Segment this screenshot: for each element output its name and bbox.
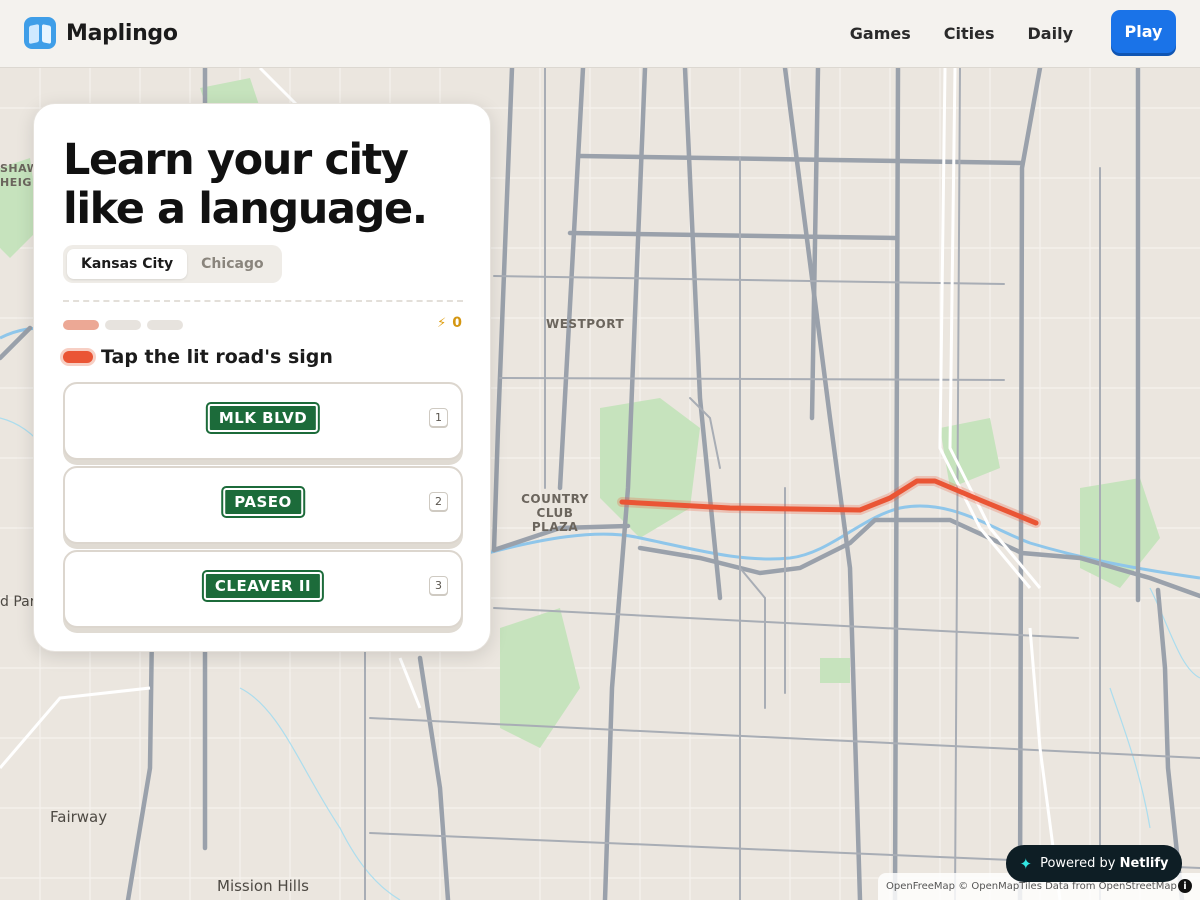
nav-daily[interactable]: Daily [1028, 24, 1073, 43]
top-nav-bar: Maplingo Games Cities Daily Play [0, 0, 1200, 68]
netlify-text: Powered by Netlify [1040, 856, 1169, 871]
answer-option-3[interactable]: CLEAVER II 3 [63, 550, 463, 628]
city-option-chicago[interactable]: Chicago [187, 249, 277, 279]
nav-games[interactable]: Games [850, 24, 911, 43]
shortcut-key-2: 2 [429, 492, 448, 511]
bolt-icon: ⚡ [437, 315, 447, 331]
lit-road-swatch [63, 351, 93, 363]
main-nav: Games Cities Daily Play [850, 10, 1176, 53]
progress-step-2 [105, 320, 141, 330]
map-label-country-club-plaza: COUNTRY CLUB PLAZA [521, 492, 589, 534]
answer-option-2[interactable]: PASEO 2 [63, 466, 463, 544]
street-sign-3: CLEAVER II [201, 570, 325, 602]
city-option-kansas-city[interactable]: Kansas City [67, 249, 188, 279]
headline: Learn your city like a language. [63, 136, 463, 234]
quiz-card: Learn your city like a language. Kansas … [33, 103, 491, 652]
shortcut-key-3: 3 [429, 576, 448, 595]
divider [63, 300, 463, 302]
answer-option-1[interactable]: MLK BLVD 1 [63, 382, 463, 460]
map-label-mission-hills: Mission Hills [217, 877, 309, 895]
brand[interactable]: Maplingo [24, 17, 178, 49]
shortcut-key-1: 1 [429, 408, 448, 427]
map-label-fairway: Fairway [50, 808, 108, 826]
score-counter: ⚡ 0 [437, 315, 462, 331]
score-value: 0 [452, 315, 462, 331]
nav-cities[interactable]: Cities [944, 24, 995, 43]
netlify-icon: ✦ [1019, 854, 1033, 873]
headline-line-1: Learn your city [63, 135, 409, 185]
street-sign-2: PASEO [221, 486, 305, 518]
netlify-badge[interactable]: ✦ Powered by Netlify [1006, 845, 1182, 882]
city-switcher: Kansas City Chicago [63, 245, 282, 283]
map-label-park: d Par [0, 594, 36, 610]
street-sign-1: MLK BLVD [205, 402, 321, 434]
answer-list: MLK BLVD 1 PASEO 2 CLEAVER II 3 [63, 382, 463, 634]
info-icon[interactable]: i [1178, 879, 1192, 893]
map-logo-icon [24, 17, 56, 49]
play-button[interactable]: Play [1111, 10, 1176, 53]
progress-step-3 [147, 320, 183, 330]
progress-step-1 [63, 320, 99, 330]
brand-name: Maplingo [66, 20, 178, 46]
prompt-text: Tap the lit road's sign [101, 346, 333, 368]
attribution-text[interactable]: OpenFreeMap © OpenMapTiles Data from Ope… [886, 881, 1177, 892]
question-prompt: Tap the lit road's sign [63, 346, 333, 368]
map-label-westport: WESTPORT [546, 317, 625, 331]
headline-line-2: like a language. [63, 184, 428, 234]
round-progress [63, 320, 183, 330]
map-label-shaw-heights: SHAW HEIG [0, 162, 40, 189]
